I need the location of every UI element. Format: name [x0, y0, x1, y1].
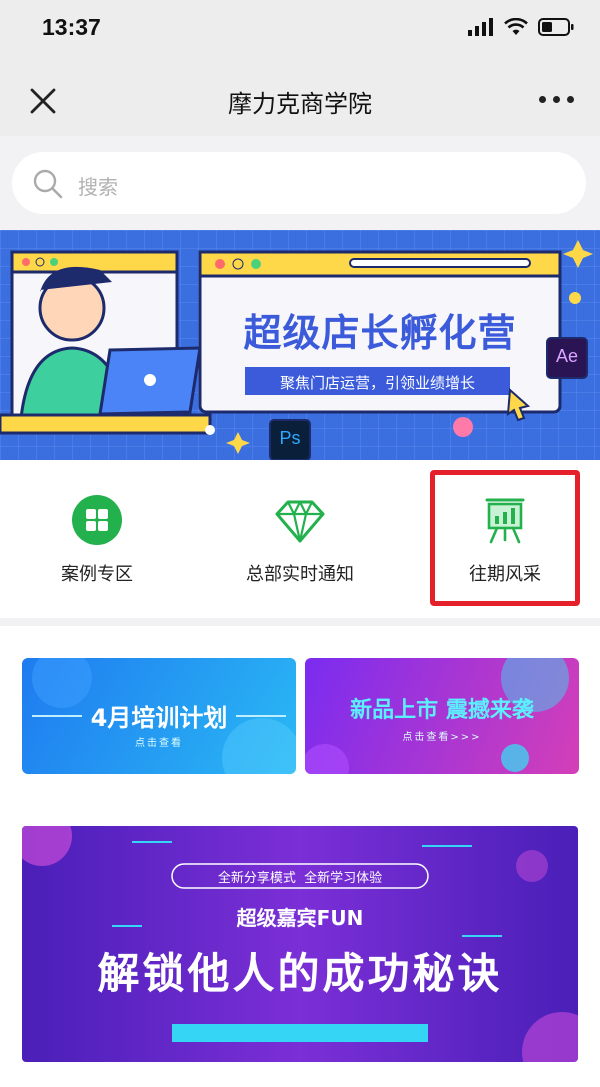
search-section: 搜索 — [0, 136, 600, 226]
promo-card-training[interactable]: 4月培训计划 点击查看 — [22, 658, 296, 774]
battery-icon — [538, 18, 574, 36]
signal-icon — [468, 18, 493, 36]
quick-item-cases[interactable]: 案例专区 — [12, 460, 182, 618]
banner-line2: 解锁他人的成功秘诀 — [97, 949, 503, 998]
promo-area: 4月培训计划 点击查看 新品上市 震撼来袭 点击查看>>> 全新分享模式 全新学… — [0, 626, 600, 1087]
quick-item-label: 总部实时通知 — [246, 564, 354, 585]
nav-bar: 摩力克商学院 — [0, 62, 600, 136]
grid-icon — [72, 495, 122, 545]
page-title: 摩力克商学院 — [228, 90, 372, 118]
wifi-icon — [504, 18, 528, 35]
status-time: 13:37 — [42, 14, 101, 40]
ps-badge: Ps — [279, 428, 301, 448]
hero-title: 超级店长孵化营 — [243, 311, 517, 355]
diamond-icon — [275, 500, 325, 543]
banner-tag: 全新分享模式 全新学习体验 — [217, 871, 383, 886]
highlight-box — [430, 470, 580, 606]
quick-item-label: 案例专区 — [61, 564, 133, 585]
status-bar: 13:37 — [0, 0, 600, 62]
ae-badge: Ae — [555, 346, 579, 366]
promo-card-new-products[interactable]: 新品上市 震撼来袭 点击查看>>> — [305, 658, 579, 774]
search-placeholder: 搜索 — [78, 175, 118, 199]
promo-subtitle: 点击查看 — [135, 738, 183, 749]
status-icons — [468, 18, 574, 36]
promo-title: 新品上市 震撼来袭 — [350, 698, 534, 723]
search-icon — [33, 169, 63, 199]
hero-subtitle: 聚焦门店运营，引领业绩增长 — [279, 374, 475, 392]
search-input[interactable]: 搜索 — [12, 152, 586, 214]
promo-subtitle: 点击查看>>> — [402, 732, 482, 743]
more-options-icon[interactable] — [539, 96, 574, 103]
hero-banner[interactable]: 超级店长孵化营 聚焦门店运营，引领业绩增长 Ae Ps — [0, 230, 600, 460]
banner-line1: 超级嘉宾FUN — [236, 906, 364, 930]
quick-item-notices[interactable]: 总部实时通知 — [215, 460, 385, 618]
promo-title: 4月培训计划 — [90, 704, 228, 732]
vip-banner[interactable]: 全新分享模式 全新学习体验 超级嘉宾FUN 解锁他人的成功秘诀 — [22, 826, 578, 1062]
